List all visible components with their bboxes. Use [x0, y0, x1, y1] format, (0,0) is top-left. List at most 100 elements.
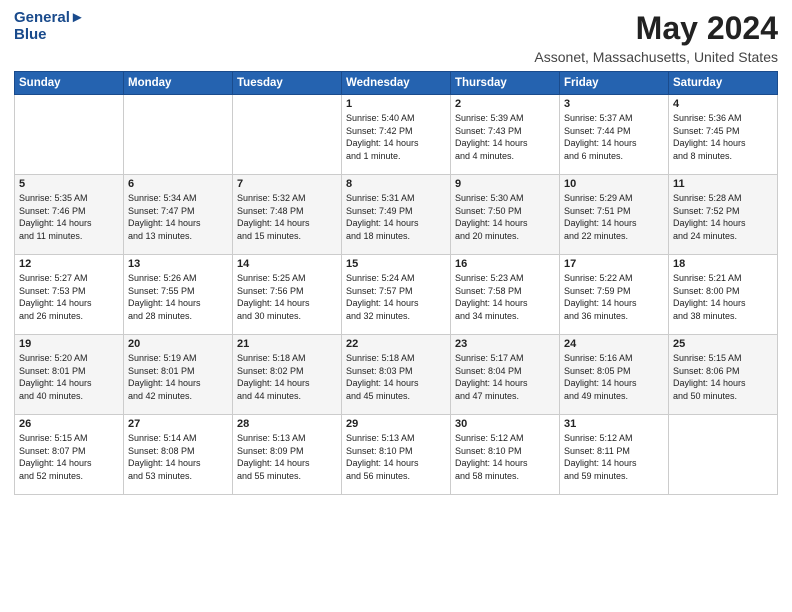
day-number: 19	[19, 338, 119, 350]
day-cell: 1 Sunrise: 5:40 AMSunset: 7:42 PMDaylight…	[342, 95, 451, 175]
main-title: May 2024	[534, 10, 778, 47]
day-cell	[15, 95, 124, 175]
day-number: 22	[346, 338, 446, 350]
day-cell: 19 Sunrise: 5:20 AMSunset: 8:01 PMDayligh…	[15, 335, 124, 415]
calendar-header-row: SundayMondayTuesdayWednesdayThursdayFrid…	[15, 72, 778, 95]
day-number: 6	[128, 178, 228, 190]
day-info: Sunrise: 5:18 AMSunset: 8:02 PMDaylight:…	[237, 352, 337, 402]
week-row-3: 12 Sunrise: 5:27 AMSunset: 7:53 PMDayligh…	[15, 255, 778, 335]
day-info: Sunrise: 5:16 AMSunset: 8:05 PMDaylight:…	[564, 352, 664, 402]
col-header-tuesday: Tuesday	[233, 72, 342, 95]
day-number: 10	[564, 178, 664, 190]
day-number: 3	[564, 98, 664, 110]
day-info: Sunrise: 5:13 AMSunset: 8:10 PMDaylight:…	[346, 432, 446, 482]
day-info: Sunrise: 5:36 AMSunset: 7:45 PMDaylight:…	[673, 112, 773, 162]
day-info: Sunrise: 5:13 AMSunset: 8:09 PMDaylight:…	[237, 432, 337, 482]
day-cell: 28 Sunrise: 5:13 AMSunset: 8:09 PMDayligh…	[233, 415, 342, 495]
day-number: 13	[128, 258, 228, 270]
day-number: 21	[237, 338, 337, 350]
day-number: 23	[455, 338, 555, 350]
day-number: 5	[19, 178, 119, 190]
day-info: Sunrise: 5:27 AMSunset: 7:53 PMDaylight:…	[19, 272, 119, 322]
day-info: Sunrise: 5:24 AMSunset: 7:57 PMDaylight:…	[346, 272, 446, 322]
logo-general: General►	[14, 10, 85, 27]
header: General► Blue May 2024 Assonet, Massachu…	[14, 10, 778, 65]
day-info: Sunrise: 5:12 AMSunset: 8:11 PMDaylight:…	[564, 432, 664, 482]
day-cell: 29 Sunrise: 5:13 AMSunset: 8:10 PMDayligh…	[342, 415, 451, 495]
calendar-table: SundayMondayTuesdayWednesdayThursdayFrid…	[14, 71, 778, 495]
day-number: 31	[564, 418, 664, 430]
col-header-wednesday: Wednesday	[342, 72, 451, 95]
day-cell: 25 Sunrise: 5:15 AMSunset: 8:06 PMDayligh…	[669, 335, 778, 415]
title-block: May 2024 Assonet, Massachusetts, United …	[534, 10, 778, 65]
day-number: 26	[19, 418, 119, 430]
day-number: 17	[564, 258, 664, 270]
page-container: General► Blue May 2024 Assonet, Massachu…	[0, 0, 792, 503]
day-cell	[124, 95, 233, 175]
day-cell: 30Sunrise: 5:12 AMSunset: 8:10 PMDayligh…	[451, 415, 560, 495]
day-number: 7	[237, 178, 337, 190]
day-info: Sunrise: 5:15 AMSunset: 8:07 PMDaylight:…	[19, 432, 119, 482]
day-info: Sunrise: 5:25 AMSunset: 7:56 PMDaylight:…	[237, 272, 337, 322]
day-number: 30	[455, 418, 555, 430]
day-info: Sunrise: 5:35 AMSunset: 7:46 PMDaylight:…	[19, 192, 119, 242]
day-info: Sunrise: 5:39 AMSunset: 7:43 PMDaylight:…	[455, 112, 555, 162]
day-info: Sunrise: 5:28 AMSunset: 7:52 PMDaylight:…	[673, 192, 773, 242]
day-cell: 5 Sunrise: 5:35 AMSunset: 7:46 PMDaylight…	[15, 175, 124, 255]
day-info: Sunrise: 5:17 AMSunset: 8:04 PMDaylight:…	[455, 352, 555, 402]
day-cell: 21 Sunrise: 5:18 AMSunset: 8:02 PMDayligh…	[233, 335, 342, 415]
logo: General► Blue	[14, 10, 85, 43]
week-row-5: 26 Sunrise: 5:15 AMSunset: 8:07 PMDayligh…	[15, 415, 778, 495]
day-cell	[669, 415, 778, 495]
day-number: 15	[346, 258, 446, 270]
day-number: 24	[564, 338, 664, 350]
col-header-monday: Monday	[124, 72, 233, 95]
week-row-4: 19 Sunrise: 5:20 AMSunset: 8:01 PMDayligh…	[15, 335, 778, 415]
day-info: Sunrise: 5:34 AMSunset: 7:47 PMDaylight:…	[128, 192, 228, 242]
day-number: 18	[673, 258, 773, 270]
day-number: 16	[455, 258, 555, 270]
day-info: Sunrise: 5:40 AMSunset: 7:42 PMDaylight:…	[346, 112, 446, 162]
day-number: 4	[673, 98, 773, 110]
week-row-2: 5 Sunrise: 5:35 AMSunset: 7:46 PMDaylight…	[15, 175, 778, 255]
day-number: 12	[19, 258, 119, 270]
day-info: Sunrise: 5:29 AMSunset: 7:51 PMDaylight:…	[564, 192, 664, 242]
day-cell: 4 Sunrise: 5:36 AMSunset: 7:45 PMDaylight…	[669, 95, 778, 175]
day-number: 2	[455, 98, 555, 110]
day-info: Sunrise: 5:21 AMSunset: 8:00 PMDaylight:…	[673, 272, 773, 322]
day-number: 8	[346, 178, 446, 190]
day-cell: 10 Sunrise: 5:29 AMSunset: 7:51 PMDayligh…	[560, 175, 669, 255]
day-cell: 20Sunrise: 5:19 AMSunset: 8:01 PMDayligh…	[124, 335, 233, 415]
day-cell	[233, 95, 342, 175]
day-number: 29	[346, 418, 446, 430]
day-info: Sunrise: 5:19 AMSunset: 8:01 PMDaylight:…	[128, 352, 228, 402]
day-cell: 18 Sunrise: 5:21 AMSunset: 8:00 PMDayligh…	[669, 255, 778, 335]
day-cell: 24 Sunrise: 5:16 AMSunset: 8:05 PMDayligh…	[560, 335, 669, 415]
day-cell: 14Sunrise: 5:25 AMSunset: 7:56 PMDayligh…	[233, 255, 342, 335]
day-cell: 22Sunrise: 5:18 AMSunset: 8:03 PMDayligh…	[342, 335, 451, 415]
day-number: 25	[673, 338, 773, 350]
day-number: 27	[128, 418, 228, 430]
day-info: Sunrise: 5:31 AMSunset: 7:49 PMDaylight:…	[346, 192, 446, 242]
col-header-sunday: Sunday	[15, 72, 124, 95]
day-cell: 11Sunrise: 5:28 AMSunset: 7:52 PMDayligh…	[669, 175, 778, 255]
col-header-saturday: Saturday	[669, 72, 778, 95]
day-info: Sunrise: 5:26 AMSunset: 7:55 PMDaylight:…	[128, 272, 228, 322]
day-cell: 7 Sunrise: 5:32 AMSunset: 7:48 PMDaylight…	[233, 175, 342, 255]
day-number: 1	[346, 98, 446, 110]
day-cell: 8 Sunrise: 5:31 AMSunset: 7:49 PMDaylight…	[342, 175, 451, 255]
logo-blue: Blue	[14, 27, 85, 44]
day-info: Sunrise: 5:15 AMSunset: 8:06 PMDaylight:…	[673, 352, 773, 402]
day-cell: 2 Sunrise: 5:39 AMSunset: 7:43 PMDaylight…	[451, 95, 560, 175]
subtitle: Assonet, Massachusetts, United States	[534, 49, 778, 65]
calendar-body: 1 Sunrise: 5:40 AMSunset: 7:42 PMDaylight…	[15, 95, 778, 495]
day-cell: 31 Sunrise: 5:12 AMSunset: 8:11 PMDayligh…	[560, 415, 669, 495]
day-info: Sunrise: 5:20 AMSunset: 8:01 PMDaylight:…	[19, 352, 119, 402]
day-number: 28	[237, 418, 337, 430]
day-info: Sunrise: 5:30 AMSunset: 7:50 PMDaylight:…	[455, 192, 555, 242]
day-info: Sunrise: 5:22 AMSunset: 7:59 PMDaylight:…	[564, 272, 664, 322]
day-info: Sunrise: 5:32 AMSunset: 7:48 PMDaylight:…	[237, 192, 337, 242]
day-cell: 3Sunrise: 5:37 AMSunset: 7:44 PMDaylight…	[560, 95, 669, 175]
day-cell: 13 Sunrise: 5:26 AMSunset: 7:55 PMDayligh…	[124, 255, 233, 335]
col-header-thursday: Thursday	[451, 72, 560, 95]
